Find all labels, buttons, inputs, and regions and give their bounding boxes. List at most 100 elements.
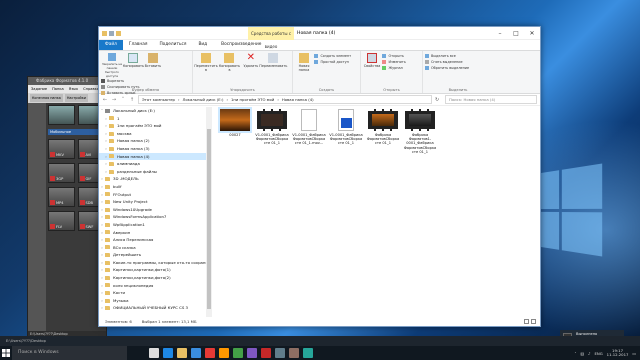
file-item[interactable]: V1-0001_Фабрика ФорматовСборка сте 01_1 [328,109,364,146]
nav-item-folder[interactable]: › Новая папка (2) [99,137,211,145]
app-icon[interactable] [275,348,285,358]
file-item[interactable]: V1-0001_Фабрика ФорматовСборка сте 01_1.… [291,109,327,146]
opera-icon[interactable] [205,348,215,358]
ff-menu-task[interactable]: Задание [31,85,47,93]
history-button[interactable]: Журнал [382,65,405,71]
properties-button[interactable]: Свойства [363,53,381,68]
copy-button[interactable]: Копировать [123,53,144,68]
copy-to-button[interactable]: Копировать в [218,53,240,72]
breadcrumb-item[interactable]: 1ни прогаём ЭТО мой [231,96,274,103]
delete-button[interactable]: ✕ Удалить [242,53,260,69]
nav-item-folder[interactable]: › Картинки,картинки,фото(1) [99,266,211,274]
properties-icon[interactable] [109,30,114,36]
nav-scrollbar[interactable] [206,107,212,317]
file-item[interactable]: V1-0001_Фабрика ФорматовСборка сте 01_1 [254,109,290,146]
rename-button[interactable]: Переименовать [259,53,287,68]
file-explorer-icon[interactable] [177,348,187,358]
easy-access-button[interactable]: Простой доступ [314,59,351,65]
file-item[interactable]: Фабрика Форматов1-0001_Фабрика ФорматовС… [402,109,438,154]
large-icons-view-icon[interactable] [531,319,536,324]
ff-settings-button[interactable]: Настройки [64,94,88,102]
nav-item-folder[interactable]: › FFOutput [99,191,211,199]
notifications-icon[interactable]: ▭ [632,351,636,356]
nav-item-folder[interactable]: › олимпиада [99,160,211,168]
ff-format-3gp[interactable]: 3GP [48,163,75,183]
forward-arrow-icon[interactable]: → [111,97,117,103]
ff-category-mobile[interactable]: Мобильное [48,129,104,135]
ff-format-mkv[interactable]: MKV [48,139,75,159]
search-input[interactable]: Поиск: Новая папка (4) [445,95,537,104]
nav-item-folder[interactable]: › New Unity Project [99,198,211,206]
details-view-icon[interactable] [524,319,529,324]
task-view-icon[interactable] [149,348,159,358]
refresh-icon[interactable]: ↻ [435,97,442,103]
file-item[interactable]: 00027 [217,107,253,137]
tab-playback[interactable]: Воспроизведение [215,40,267,50]
breadcrumb-item[interactable]: Локальный диск (E:) [183,96,224,103]
nav-item-folder[interactable]: › Новая папка (3) [99,145,211,153]
breadcrumb-item[interactable]: Новая папка (4) [282,96,314,103]
firefox-icon[interactable] [219,348,229,358]
nav-item-folder[interactable]: › Детерейшить [99,251,211,259]
nav-item-folder[interactable]: › 1ни прогаём ЭТО мой [99,122,211,130]
app-icon[interactable] [303,348,313,358]
paste-button[interactable]: Вставить [144,53,162,68]
nav-item-folder[interactable]: › раздельные файлы [99,168,211,176]
close-button[interactable]: ✕ [524,27,540,40]
move-to-button[interactable]: Переместить в [194,53,218,72]
nav-item-folder[interactable]: › Новая папка (4) [99,152,211,161]
ff-format-flv[interactable]: FLV [48,211,75,231]
clock[interactable]: 19:17 11.12.2017 [607,348,629,358]
up-arrow-icon[interactable]: ↑ [129,97,135,103]
chevron-down-icon[interactable]: ˅ [120,97,126,103]
nav-item-folder[interactable]: › коля энциклопедия [99,282,211,290]
scrollbar-thumb[interactable] [207,129,211,309]
invert-selection-button[interactable]: Обратить выделение [425,65,491,71]
chrome-icon[interactable] [233,348,243,358]
tab-share[interactable]: Поделиться [153,40,192,50]
nav-item-folder[interactable]: › 1 [99,115,211,123]
tab-file[interactable]: Файл [99,40,123,50]
tab-view[interactable]: Вид [192,40,213,50]
ff-menu-lang[interactable]: Язык [69,85,78,93]
nav-item-folder[interactable]: › москва [99,130,211,138]
breadcrumb[interactable]: Этот компьютер › Локальный диск (E:) › 1ни… [138,95,432,104]
app-icon[interactable] [289,348,299,358]
edge-icon[interactable] [163,348,173,358]
nav-item-folder[interactable]: › Аверкин [99,229,211,237]
file-item[interactable]: Фабрика ФорматовСборка сте 01_1 [365,109,401,146]
ff-output-folder-button[interactable]: Конечная папка [30,94,63,102]
nav-item-folder[interactable]: › Музыка [99,297,211,305]
store-icon[interactable] [191,348,201,358]
pin-quick-access-button[interactable]: Закрепить на панели быстрого доступа [101,53,123,78]
volume-icon[interactable]: ♪ [588,351,590,356]
nav-item-folder[interactable]: › 3D -МОДЕЛЬ [99,175,211,183]
nav-item-folder[interactable]: › Какие-то программы, которые кто-то сохр… [99,259,211,267]
nav-item-folder[interactable]: › bullf [99,183,211,191]
context-tab-video-tools[interactable]: Средства работы с видео [248,27,294,49]
nav-item-folder[interactable]: › Картинки,картинки,фото(2) [99,274,211,282]
nav-item-drive[interactable]: ˅ Локальный диск (E:) [99,107,211,115]
visual-studio-icon[interactable] [247,348,257,358]
back-arrow-icon[interactable]: ← [102,97,108,103]
start-button[interactable] [0,346,12,360]
new-folder-button[interactable]: Новая папка [295,53,313,72]
network-icon[interactable]: ▥ [580,351,584,356]
ff-menu-help[interactable]: Справка [83,85,99,93]
chevron-up-icon[interactable]: ˄ [575,351,577,356]
format-factory-icon[interactable] [261,348,271,358]
nav-item-folder[interactable]: › Windows10Upgrade [99,206,211,214]
nav-item-folder[interactable]: › ОФИЦИАЛЬНЫЙ УЧЕБНЫЙ КУРС CS 3 [99,304,211,312]
nav-item-folder[interactable]: › Алиса Перелинская [99,236,211,244]
nav-item-folder[interactable]: › Кости [99,289,211,297]
new-folder-icon[interactable] [116,30,121,36]
ff-format-mp4[interactable]: MP4 [48,187,75,207]
nav-item-folder[interactable]: › WindowsFormsApplication7 [99,213,211,221]
breadcrumb-item[interactable]: Этот компьютер [142,96,175,103]
nav-item-folder[interactable]: › ВСя сказка [99,244,211,252]
language-indicator[interactable]: ENG [594,351,602,356]
taskbar-search[interactable]: Поиск в Windows [12,346,127,360]
minimize-button[interactable]: – [492,27,508,40]
maximize-button[interactable]: □ [508,27,524,40]
tab-home[interactable]: Главная [123,40,154,50]
